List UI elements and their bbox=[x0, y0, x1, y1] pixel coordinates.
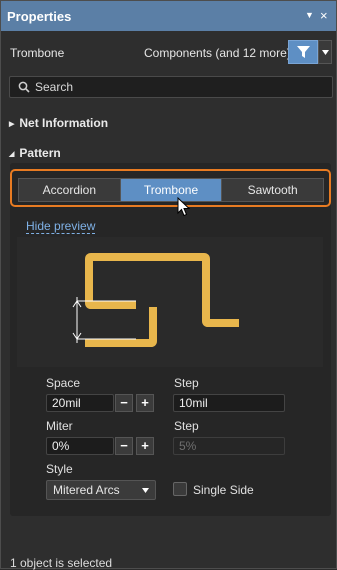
section-pattern-label: Pattern bbox=[19, 146, 61, 160]
space-label: Space bbox=[46, 376, 81, 390]
mouse-cursor-icon bbox=[177, 197, 191, 217]
pattern-selector: Accordion Trombone Sawtooth bbox=[10, 169, 331, 207]
pattern-preview bbox=[17, 237, 323, 367]
tab-trombone[interactable]: Trombone bbox=[120, 179, 223, 201]
filter-icon bbox=[297, 46, 310, 58]
section-net-information[interactable]: ▶ Net Information bbox=[9, 116, 108, 130]
miter-label: Miter bbox=[46, 419, 73, 433]
pattern-tabs: Accordion Trombone Sawtooth bbox=[18, 178, 324, 202]
status-text: 1 object is selected bbox=[10, 556, 113, 570]
space-decrement-button[interactable]: − bbox=[115, 394, 133, 412]
search-icon bbox=[18, 81, 30, 93]
style-label: Style bbox=[46, 462, 73, 476]
filter-button[interactable] bbox=[288, 40, 318, 64]
chevron-down-icon bbox=[322, 50, 329, 55]
single-side-checkbox[interactable] bbox=[173, 482, 187, 496]
close-icon[interactable]: × bbox=[320, 8, 328, 23]
section-pattern[interactable]: ◢ Pattern bbox=[9, 146, 61, 160]
caret-down-icon: ◢ bbox=[9, 151, 15, 158]
trombone-preview-graphic bbox=[72, 253, 239, 347]
style-select[interactable]: Mitered Arcs bbox=[46, 480, 156, 500]
style-select-value: Mitered Arcs bbox=[53, 483, 120, 497]
properties-panel: Properties ▼ × Trombone Components (and … bbox=[0, 0, 337, 570]
hide-preview-link[interactable]: Hide preview bbox=[26, 220, 96, 234]
tab-sawtooth[interactable]: Sawtooth bbox=[222, 179, 323, 201]
object-type-label: Trombone bbox=[10, 46, 65, 60]
search-box[interactable] bbox=[9, 76, 333, 98]
step-label: Step bbox=[174, 376, 199, 390]
panel-title: Properties bbox=[7, 9, 72, 24]
single-side-label: Single Side bbox=[193, 483, 254, 497]
filter-dropdown-button[interactable] bbox=[318, 40, 332, 64]
filter-scope-label: Components (and 12 more) bbox=[144, 46, 291, 60]
miter-step-label: Step bbox=[174, 419, 199, 433]
miter-increment-button[interactable]: + bbox=[136, 437, 154, 455]
panel-header: Trombone Components (and 12 more) bbox=[1, 31, 336, 75]
space-field[interactable]: 20mil bbox=[46, 394, 114, 412]
step-field[interactable]: 10mil bbox=[173, 394, 285, 412]
section-net-information-label: Net Information bbox=[19, 116, 109, 130]
miter-field[interactable]: 0% bbox=[46, 437, 114, 455]
pin-icon[interactable]: ▼ bbox=[305, 10, 314, 20]
miter-step-field: 5% bbox=[173, 437, 285, 455]
chevron-down-icon bbox=[142, 488, 149, 493]
miter-decrement-button[interactable]: − bbox=[115, 437, 133, 455]
search-input[interactable] bbox=[35, 77, 325, 97]
tab-accordion[interactable]: Accordion bbox=[19, 179, 121, 201]
caret-right-icon: ▶ bbox=[9, 121, 15, 128]
panel-titlebar: Properties ▼ × bbox=[1, 1, 336, 31]
space-increment-button[interactable]: + bbox=[136, 394, 154, 412]
